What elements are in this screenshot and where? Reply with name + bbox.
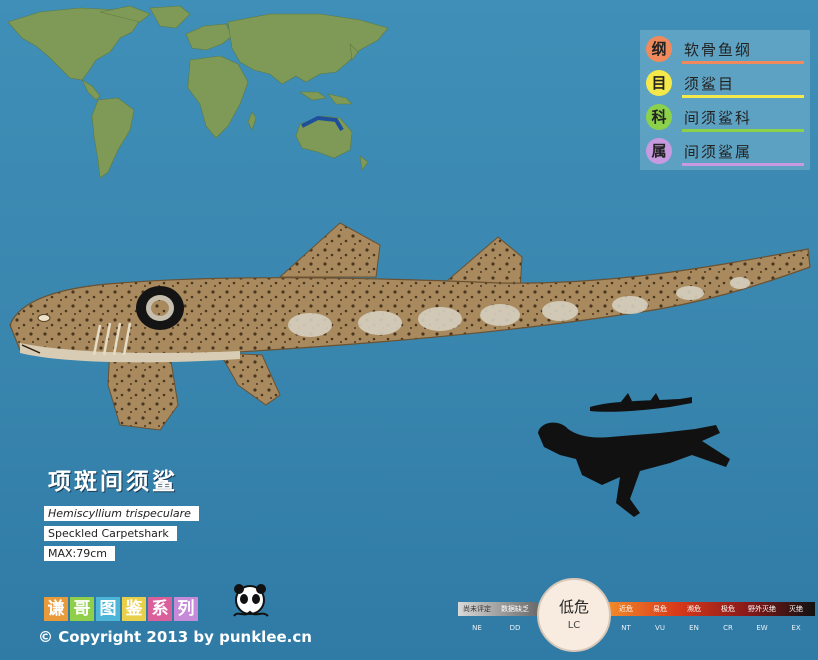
series-char-1: 谦	[44, 597, 68, 621]
genus-badge: 属	[646, 138, 672, 164]
status-vu-code: VU	[655, 624, 665, 632]
order-underline	[682, 95, 804, 98]
scientific-name: Hemiscyllium trispeculare	[44, 506, 199, 521]
order-name: 须鲨目	[684, 75, 736, 93]
class-badge: 纲	[646, 36, 672, 62]
current-status-code: LC	[567, 620, 581, 631]
max-size: MAX:79cm	[44, 546, 116, 561]
panda-logo	[233, 584, 269, 617]
series-char-3: 图	[96, 597, 120, 621]
status-ex-code: EX	[791, 624, 801, 632]
series-char-6: 列	[174, 597, 198, 621]
family-name: 间须鲨科	[684, 109, 753, 127]
status-dd-code: DD	[509, 624, 521, 632]
status-en-code: EN	[689, 624, 699, 632]
taxonomy-family: 科 间须鲨科	[646, 104, 804, 132]
copyright-text: © Copyright 2013 by punklee.cn	[38, 628, 312, 646]
series-char-2: 哥	[70, 597, 94, 621]
status-cr-code: CR	[723, 624, 733, 632]
status-en-label: 濒危	[687, 605, 701, 613]
family-badge: 科	[646, 104, 672, 130]
human-silhouette	[538, 422, 730, 517]
taxonomy-order: 目 须鲨目	[646, 70, 804, 98]
series-char-4: 鉴	[122, 597, 146, 621]
status-nt-code: NT	[621, 624, 631, 632]
scale-shark-silhouette	[590, 393, 692, 412]
order-badge: 目	[646, 70, 672, 96]
class-name: 软骨鱼纲	[684, 41, 753, 59]
species-chinese-name: 项斑间须鲨	[48, 469, 178, 495]
size-comparison	[538, 393, 730, 517]
genus-underline	[682, 163, 804, 166]
current-status-circle: 低危 LC	[537, 578, 611, 652]
taxonomy-genus: 属 间须鲨属	[646, 138, 804, 166]
series-char-5: 系	[148, 597, 172, 621]
status-cr-label: 极危	[721, 605, 735, 613]
status-ew-code: EW	[756, 624, 768, 632]
genus-name: 间须鲨属	[684, 143, 753, 161]
status-vu-label: 易危	[653, 605, 667, 613]
taxonomy-panel: 纲 软骨鱼纲 目 须鲨目 科 间须鲨科 属 间须鲨属	[640, 30, 810, 170]
status-nt-label: 近危	[619, 605, 633, 613]
class-underline	[682, 61, 804, 64]
status-ne-code: NE	[472, 624, 482, 632]
taxonomy-class: 纲 软骨鱼纲	[646, 36, 804, 64]
current-status-label: 低危	[558, 598, 589, 616]
english-name: Speckled Carpetshark	[44, 526, 177, 541]
status-ew-label: 野外灭绝	[748, 605, 776, 613]
family-underline	[682, 129, 804, 132]
status-dd-label: 数据缺乏	[501, 605, 529, 613]
world-map	[7, 5, 389, 179]
status-ex-label: 灭绝	[789, 605, 803, 613]
status-ne-label: 尚未评定	[463, 605, 491, 613]
